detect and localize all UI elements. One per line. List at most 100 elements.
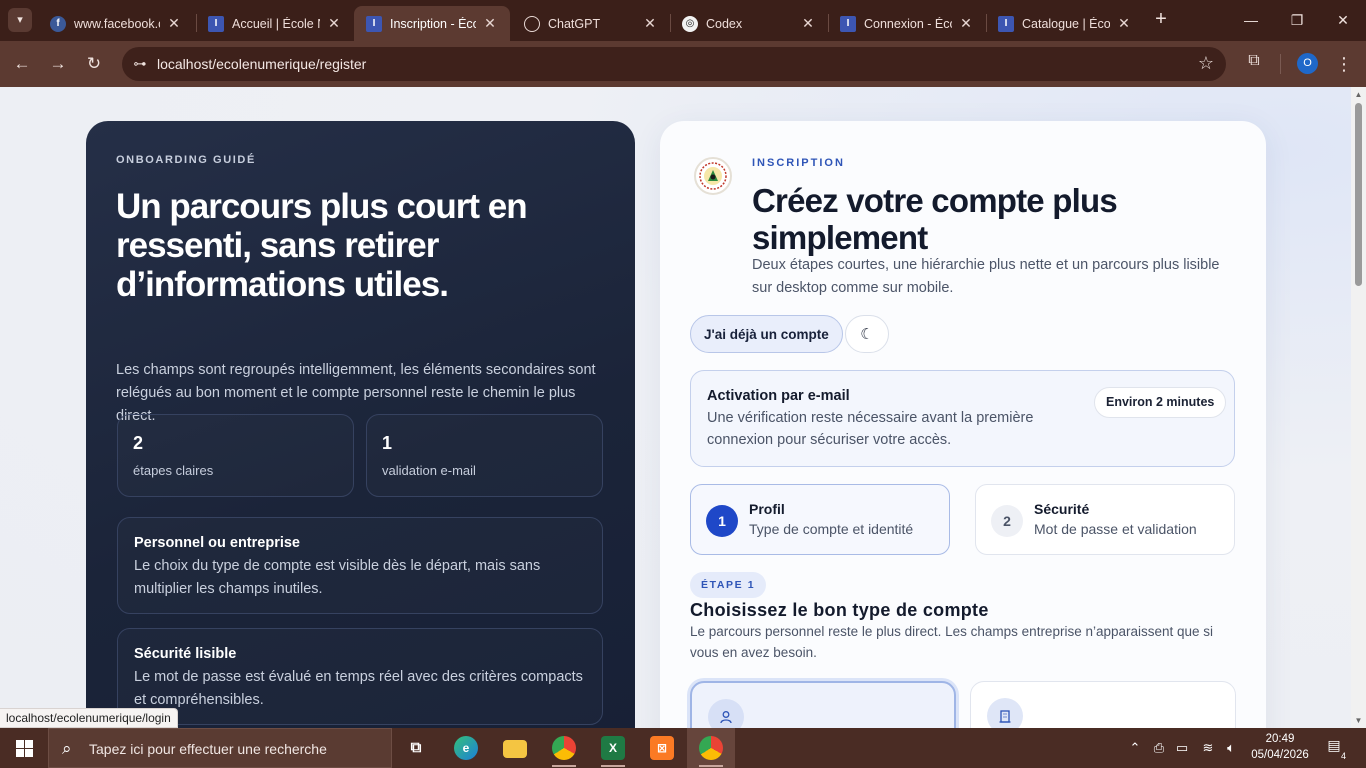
duration-badge: Environ 2 minutes [1094, 387, 1227, 418]
stat-label: validation e-mail [382, 463, 476, 478]
tray-battery-icon[interactable]: ▭ [1172, 728, 1192, 768]
profile-avatar[interactable]: O [1297, 53, 1318, 74]
school-icon: I [366, 15, 382, 32]
close-icon[interactable]: ✕ [800, 15, 816, 32]
existing-account-button[interactable]: J'ai déjà un compte [690, 315, 843, 353]
forward-arrow-icon[interactable]: → [44, 50, 72, 78]
facebook-icon: f [50, 15, 66, 32]
tab-accueil[interactable]: I Accueil | École Numérique ✕ [196, 6, 354, 41]
tray-wifi-icon[interactable]: ≋ [1197, 728, 1219, 768]
step-profil[interactable]: 1 Profil Type de compte et identité [690, 484, 950, 555]
notification-center-button[interactable]: ▤ 4 [1322, 737, 1346, 761]
tray-device-icon[interactable]: ⎙ [1149, 728, 1169, 768]
tab-connexion[interactable]: I Connexion - École Numérique ✕ [828, 6, 986, 41]
feature-desc: Le mot de passe est évalué en temps réel… [134, 669, 583, 708]
more-menu-icon[interactable]: ⋮ [1334, 52, 1354, 76]
back-arrow-icon[interactable]: ← [8, 50, 36, 78]
register-form-card: INSCRIPTION Créez votre compte plus simp… [660, 121, 1266, 728]
stat-value: 1 [382, 433, 393, 453]
tab-catalogue[interactable]: I Catalogue | École Numérique ✕ [986, 6, 1144, 41]
clock-time: 20:49 [1265, 733, 1295, 745]
onboarding-hero-panel: ONBOARDING GUIDÉ Un parcours plus court … [86, 121, 635, 728]
feature-title: Personnel ou entreprise [134, 535, 300, 551]
browser-tab-bar: ▾ f www.facebook.com ✕ I Accueil | École… [0, 0, 1366, 41]
codex-icon: ◎ [682, 15, 698, 32]
hero-eyebrow: ONBOARDING GUIDÉ [116, 154, 256, 166]
stat-label: étapes claires [133, 463, 214, 478]
taskbar-chrome[interactable] [687, 728, 735, 768]
minimize-button[interactable]: — [1228, 0, 1274, 40]
tab-title: www.facebook.com [74, 16, 160, 31]
account-type-business[interactable] [970, 681, 1236, 728]
tray-volume-icon[interactable]: 🔈︎ [1220, 728, 1242, 768]
scroll-up-icon[interactable]: ▲ [1354, 90, 1363, 99]
new-tab-button[interactable]: + [1150, 8, 1172, 32]
tab-inscription[interactable]: I Inscription - École Numérique ✕ [354, 6, 510, 41]
moon-icon: ☾ [860, 326, 874, 343]
close-icon[interactable]: ✕ [1116, 15, 1132, 32]
folder-icon [503, 740, 527, 758]
user-icon [708, 699, 744, 728]
section-desc: Le parcours personnel reste le plus dire… [690, 624, 1214, 660]
tab-facebook[interactable]: f www.facebook.com ✕ [38, 6, 194, 41]
taskbar-search-box[interactable]: ⌕ Tapez ici pour effectuer une recherche [48, 728, 392, 768]
stat-card-email: 1 validation e-mail [366, 414, 603, 497]
search-placeholder: Tapez ici pour effectuer une recherche [89, 741, 327, 757]
tab-title: Inscription - École Numérique [390, 16, 476, 31]
taskbar-clock[interactable]: 20:49 05/04/2026 [1247, 731, 1313, 763]
step-chip: ÉTAPE 1 [690, 572, 767, 598]
step-securite[interactable]: 2 Sécurité Mot de passe et validation [975, 484, 1235, 555]
taskbar-xampp[interactable]: ⊠ [638, 728, 686, 768]
chrome-icon [699, 736, 723, 760]
tray-chevron-up-icon[interactable]: ⌃ [1124, 728, 1146, 768]
stat-value: 2 [133, 433, 144, 453]
taskbar-chrome-profile[interactable] [540, 728, 588, 768]
taskbar-excel[interactable]: X [589, 728, 637, 768]
close-icon[interactable]: ✕ [166, 15, 182, 32]
step-name: Sécurité [1034, 501, 1090, 517]
tab-codex[interactable]: ◎ Codex ✕ [670, 6, 828, 41]
scroll-down-icon[interactable]: ▼ [1354, 716, 1363, 725]
site-info-icon[interactable]: ⊶ [130, 54, 150, 74]
step-number: 1 [706, 505, 738, 537]
stat-card-steps: 2 étapes claires [117, 414, 354, 497]
close-icon[interactable]: ✕ [958, 15, 974, 32]
url-text[interactable]: localhost/ecolenumerique/register [157, 56, 366, 72]
chrome-icon [552, 736, 576, 760]
theme-toggle-button[interactable]: ☾ [845, 315, 889, 353]
scrollbar-thumb[interactable] [1355, 103, 1362, 286]
link-status-bubble: localhost/ecolenumerique/login [0, 708, 178, 728]
page-scrollbar[interactable]: ▲ ▼ [1351, 87, 1366, 728]
feature-card-account-type: Personnel ou entreprise Le choix du type… [117, 517, 603, 614]
tab-chatgpt[interactable]: ChatGPT ✕ [512, 6, 670, 41]
taskbar-file-explorer[interactable] [491, 728, 539, 768]
building-icon [987, 698, 1023, 728]
tab-title: Codex [706, 16, 743, 31]
hero-title: Un parcours plus court en ressenti, sans… [116, 187, 528, 304]
extensions-puzzle-icon[interactable]: ⧉ [1242, 52, 1266, 76]
bookmark-star-icon[interactable]: ☆ [1198, 53, 1214, 74]
taskbar-edge[interactable]: e [442, 728, 490, 768]
address-bar[interactable]: ⊶ localhost/ecolenumerique/register ☆ [122, 47, 1226, 81]
close-window-button[interactable]: ✕ [1320, 0, 1366, 40]
clock-date: 05/04/2026 [1251, 749, 1309, 761]
step-desc: Type de compte et identité [749, 521, 914, 537]
edge-icon: e [454, 736, 478, 760]
close-icon[interactable]: ✕ [642, 15, 658, 32]
excel-icon: X [601, 736, 625, 760]
windows-start-button[interactable] [0, 728, 48, 768]
close-icon[interactable]: ✕ [482, 15, 498, 32]
tab-title: ChatGPT [548, 16, 601, 31]
reload-icon[interactable]: ↻ [80, 50, 108, 78]
close-icon[interactable]: ✕ [326, 15, 342, 32]
tab-title: Connexion - École Numérique [864, 16, 952, 31]
openai-icon [524, 15, 540, 32]
task-view-button[interactable]: ⧉ [392, 728, 440, 768]
feature-title: Sécurité lisible [134, 646, 237, 662]
section-title: Choisissez le bon type de compte [690, 600, 989, 620]
tab-search-button[interactable]: ▾ [8, 8, 32, 32]
feature-desc: Le choix du type de compte est visible d… [134, 558, 541, 597]
restore-button[interactable]: ❐ [1274, 0, 1320, 40]
notification-icon: ▤ [1327, 737, 1341, 753]
account-type-personal[interactable] [690, 681, 956, 728]
